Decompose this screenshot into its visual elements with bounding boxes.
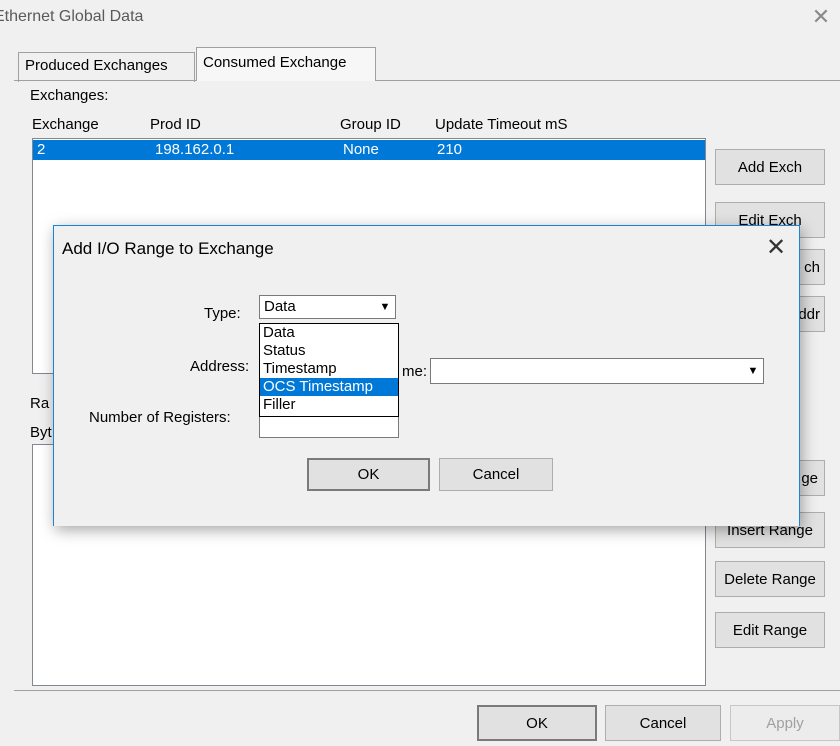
cell-prod-id: 198.162.0.1 xyxy=(155,141,235,158)
type-dropdown-list[interactable]: Data Status Timestamp OCS Timestamp Fill… xyxy=(259,323,399,417)
cancel-button[interactable]: Cancel xyxy=(605,705,721,741)
dialog-ok-button[interactable]: OK xyxy=(307,458,430,491)
type-option-timestamp[interactable]: Timestamp xyxy=(260,360,398,378)
tab-consumed-exchange[interactable]: Consumed Exchange xyxy=(196,47,376,81)
dialog-cancel-button[interactable]: Cancel xyxy=(439,458,553,491)
column-header-group-id[interactable]: Group ID xyxy=(340,116,401,133)
ranges-label: Ra xyxy=(30,395,50,412)
address-button-label: ddr xyxy=(798,305,820,323)
cell-update-timeout: 210 xyxy=(437,141,463,158)
cell-group-id: None xyxy=(343,141,379,158)
type-label: Type: xyxy=(204,305,241,322)
tab-panel-border xyxy=(14,80,840,81)
type-select-value: Data xyxy=(264,298,296,315)
type-option-filler[interactable]: Filler xyxy=(260,396,398,414)
delete-range-button[interactable]: Delete Range xyxy=(715,561,825,597)
type-select[interactable]: Data ▼ xyxy=(259,295,396,319)
column-header-update-timeout[interactable]: Update Timeout mS xyxy=(435,116,568,133)
add-range-label: ge xyxy=(801,469,818,487)
footer-divider xyxy=(14,690,840,691)
apply-button[interactable]: Apply xyxy=(730,705,840,741)
type-option-status[interactable]: Status xyxy=(260,342,398,360)
dialog-body: Type: Data ▼ Data Status Timestamp OCS T… xyxy=(54,268,799,526)
column-header-prod-id[interactable]: Prod ID xyxy=(150,116,201,133)
type-option-ocs-timestamp[interactable]: OCS Timestamp xyxy=(260,378,398,396)
name-select[interactable]: ▼ xyxy=(430,358,764,384)
chevron-down-icon[interactable]: ▼ xyxy=(376,297,394,317)
chevron-down-icon[interactable]: ▼ xyxy=(744,360,762,382)
delete-exch-label: ch xyxy=(804,258,820,276)
close-icon[interactable]: ✕ xyxy=(806,0,836,34)
add-io-range-dialog: Add I/O Range to Exchange ✕ Type: Data ▼… xyxy=(53,225,800,526)
cell-exchange: 2 xyxy=(37,141,46,158)
window-title: Ethernet Global Data xyxy=(0,8,144,25)
dialog-close-icon[interactable]: ✕ xyxy=(759,230,793,264)
table-row[interactable]: 2 198.162.0.1 None 210 xyxy=(33,140,705,160)
address-label: Address: xyxy=(190,358,250,375)
ok-button[interactable]: OK xyxy=(477,705,597,741)
name-label: me: xyxy=(402,363,428,380)
ranges-column-header[interactable]: Byt xyxy=(30,424,52,441)
dialog-title: Add I/O Range to Exchange xyxy=(62,239,274,258)
exchanges-label: Exchanges: xyxy=(30,87,109,104)
num-registers-label: Number of Registers: xyxy=(89,409,231,426)
edit-range-button[interactable]: Edit Range xyxy=(715,612,825,648)
add-exch-button[interactable]: Add Exch xyxy=(715,149,825,185)
type-option-data[interactable]: Data xyxy=(260,324,398,342)
column-header-exchange[interactable]: Exchange xyxy=(32,116,99,133)
num-registers-input[interactable] xyxy=(259,416,399,438)
tab-produced-exchanges[interactable]: Produced Exchanges xyxy=(18,52,195,82)
